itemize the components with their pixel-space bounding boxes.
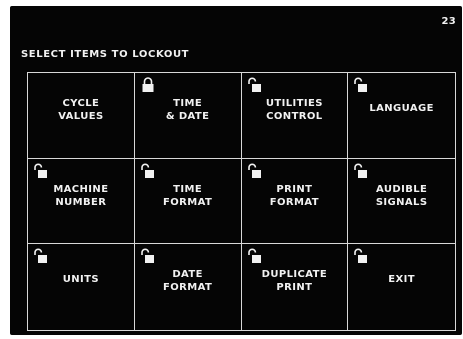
- cycle-values-label: CYCLE VALUES: [58, 98, 104, 122]
- unlocked-icon: [34, 248, 47, 264]
- unlocked-icon: [354, 77, 368, 92]
- unlocked-icon: [140, 163, 154, 178]
- unlocked-icon: [354, 248, 368, 264]
- machine-number-label: MACHINE NUMBER: [53, 183, 109, 208]
- machine-number-button[interactable]: MACHINE NUMBER: [28, 158, 135, 245]
- unlocked-icon: [247, 248, 261, 264]
- exit-label: EXIT: [388, 274, 415, 286]
- units-button[interactable]: UNITS: [28, 244, 135, 330]
- lockout-grid: CYCLE VALUES TIME & DATE UTILITIES CONTR…: [27, 72, 456, 331]
- cycle-values-button[interactable]: CYCLE VALUES: [28, 73, 135, 159]
- utilities-control-label: UTILITIES CONTROL: [265, 98, 323, 122]
- locked-icon: [142, 77, 154, 92]
- time-date-button[interactable]: TIME & DATE: [134, 73, 242, 159]
- time-format-button[interactable]: TIME FORMAT: [134, 158, 242, 245]
- print-format-button[interactable]: PRINT FORMAT: [241, 158, 349, 245]
- print-format-label: PRINT FORMAT: [269, 183, 319, 208]
- time-date-label: TIME & DATE: [165, 98, 210, 122]
- units-label: UNITS: [62, 274, 99, 286]
- date-format-button[interactable]: DATE FORMAT: [135, 244, 242, 330]
- unlocked-icon: [247, 77, 261, 92]
- unlocked-icon: [140, 248, 154, 264]
- audible-signals-button[interactable]: AUDIBLE SIGNALS: [348, 159, 455, 245]
- audible-signals-label: AUDIBLE SIGNALS: [375, 183, 428, 208]
- date-format-label: DATE FORMAT: [163, 269, 213, 294]
- screen-number: 23: [441, 16, 456, 27]
- time-format-label: TIME FORMAT: [163, 183, 213, 208]
- language-label: LANGUAGE: [369, 103, 434, 114]
- utilities-control-button[interactable]: UTILITIES CONTROL: [241, 73, 349, 159]
- lockout-screen: 23 SELECT ITEMS TO LOCKOUT CYCLE VALUES …: [10, 6, 462, 335]
- unlocked-icon: [247, 163, 261, 178]
- unlocked-icon: [354, 163, 368, 178]
- duplicate-print-label: DUPLICATE PRINT: [261, 269, 328, 294]
- unlocked-icon: [34, 163, 47, 178]
- exit-button[interactable]: EXIT: [348, 244, 455, 330]
- duplicate-print-button[interactable]: DUPLICATE PRINT: [242, 244, 349, 330]
- page-title: SELECT ITEMS TO LOCKOUT: [21, 49, 190, 60]
- language-button[interactable]: LANGUAGE: [348, 73, 455, 159]
